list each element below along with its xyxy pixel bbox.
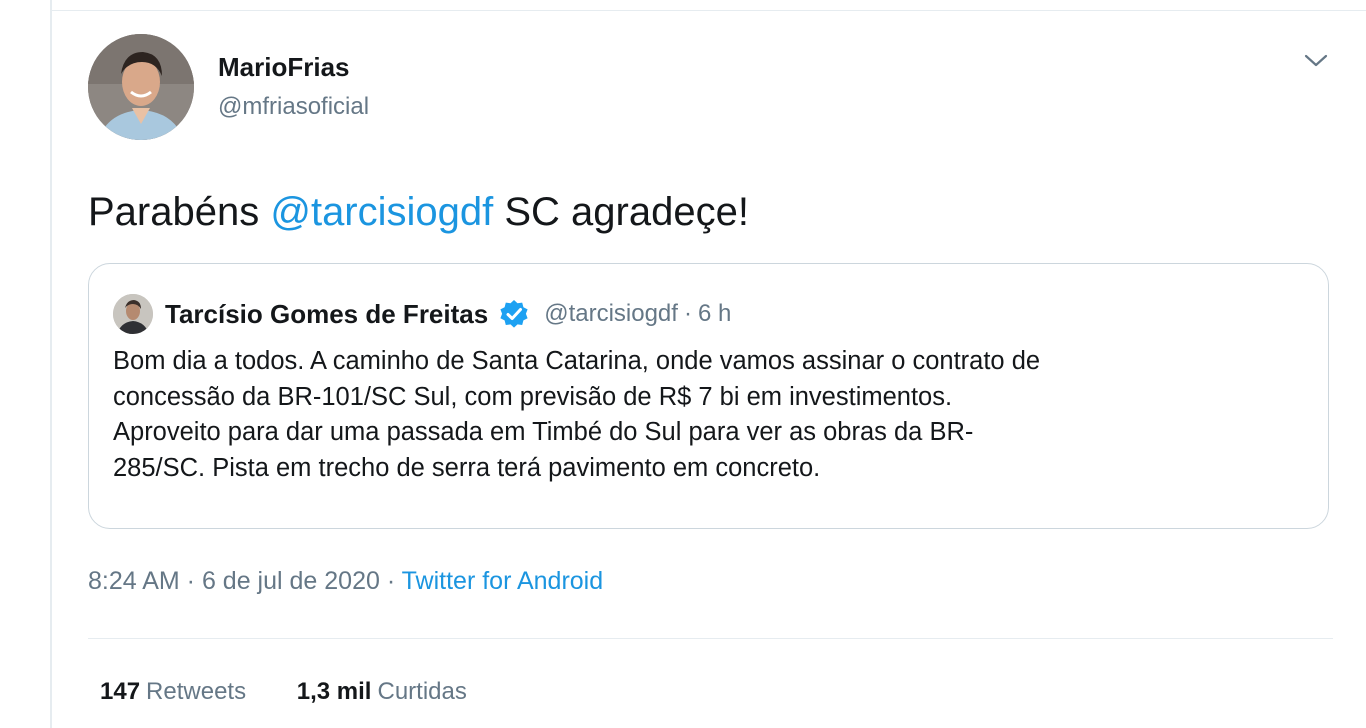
quoted-separator: · xyxy=(683,300,692,327)
quoted-tweet[interactable]: Tarcísio Gomes de Freitas @tarcisiogdf ·… xyxy=(88,263,1329,529)
meta-separator: · xyxy=(386,567,396,595)
quoted-author-handle: @tarcisiogdf xyxy=(544,300,678,327)
quoted-text-line: concessão da BR-101/SC Sul, com previsão… xyxy=(113,382,953,411)
quoted-author-name[interactable]: Tarcísio Gomes de Freitas xyxy=(165,299,488,330)
tweet-source-link[interactable]: Twitter for Android xyxy=(402,567,603,595)
verified-badge-icon xyxy=(498,298,530,330)
tweet-options-button[interactable] xyxy=(1298,46,1334,76)
retweets-stat[interactable]: 147 Retweets xyxy=(100,678,246,706)
tweet-timestamp[interactable]: 8:24 AM · 6 de jul de 2020 xyxy=(88,567,380,595)
tweet-detail: MarioFrias @mfriasoficial Parabéns @tarc… xyxy=(88,0,1333,728)
quoted-author-avatar[interactable] xyxy=(113,294,153,334)
likes-label: Curtidas xyxy=(377,678,467,705)
retweets-count: 147 xyxy=(100,678,141,705)
likes-count: 1,3 mil xyxy=(296,678,372,705)
left-border xyxy=(50,0,52,728)
tweet-text-suffix: SC agradeçe! xyxy=(493,190,749,234)
quoted-text-line: 285/SC. Pista em trecho de serra terá pa… xyxy=(113,453,821,482)
mention-link[interactable]: @tarcisiogdf xyxy=(270,190,493,234)
tweet-metadata: 8:24 AM · 6 de jul de 2020 · Twitter for… xyxy=(88,567,603,596)
quoted-text-line: Aproveito para dar uma passada em Timbé … xyxy=(113,418,974,446)
avatar-photo-icon xyxy=(113,294,153,334)
quoted-tweet-header: Tarcísio Gomes de Freitas @tarcisiogdf ·… xyxy=(165,294,731,334)
likes-stat[interactable]: 1,3 mil Curtidas xyxy=(297,678,467,706)
tweet-stats: 147 Retweets 1,3 mil Curtidas xyxy=(100,678,511,706)
quoted-text-line: Bom dia a todos. A caminho de Santa Cata… xyxy=(113,347,1041,375)
quoted-time[interactable]: 6 h xyxy=(698,300,731,328)
author-name[interactable]: MarioFrias xyxy=(218,52,350,83)
author-avatar[interactable] xyxy=(88,34,194,140)
tweet-text-prefix: Parabéns xyxy=(88,190,271,234)
avatar-photo-icon xyxy=(88,34,194,140)
tweet-text: Parabéns @tarcisiogdf SC agradeçe! xyxy=(88,184,749,240)
chevron-down-icon xyxy=(1304,54,1328,67)
author-handle[interactable]: @mfriasoficial xyxy=(218,93,369,121)
quoted-tweet-text: Bom dia a todos. A caminho de Santa Cata… xyxy=(113,344,1313,486)
divider xyxy=(88,638,1333,639)
retweets-label: Retweets xyxy=(146,678,247,705)
